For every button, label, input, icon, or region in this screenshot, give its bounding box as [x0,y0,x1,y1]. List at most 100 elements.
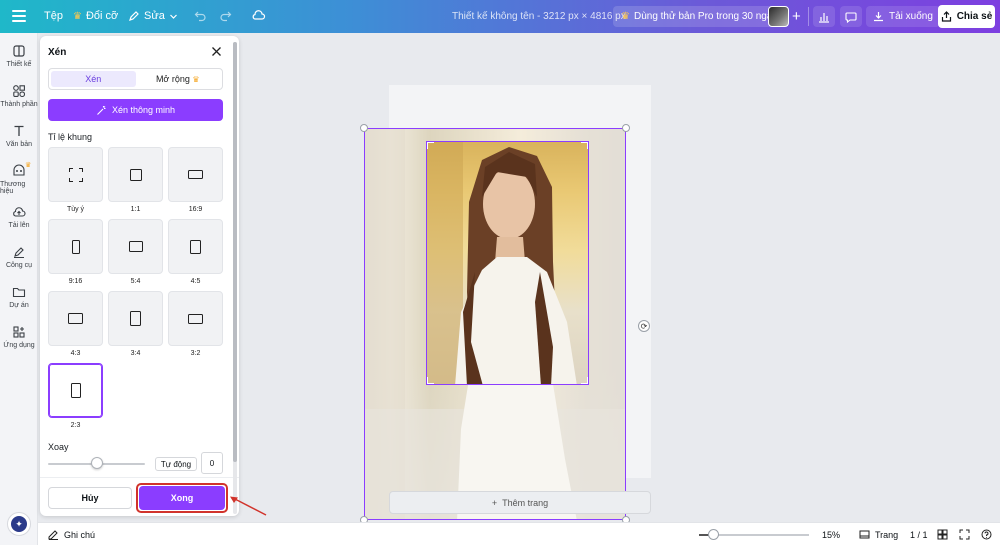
ratio-label: 1:1 [130,206,141,213]
crown-icon: ♛ [73,10,82,22]
cloud-save-icon[interactable] [251,9,266,25]
ratio-label: 9:16 [68,278,83,285]
close-icon[interactable] [210,45,223,58]
help-icon[interactable] [981,529,992,540]
pages-label: Trang [875,529,899,540]
edit-menu[interactable]: Sửa [128,10,178,22]
pages-button[interactable]: Trang [859,529,898,540]
file-menu[interactable]: Tệp [44,10,63,22]
notes-button[interactable]: Ghi chú [48,529,95,540]
tab-expand[interactable]: Mở rộng ♛ [136,71,221,87]
smart-crop-label: Xén thông minh [111,105,176,115]
resize-handle[interactable] [622,124,630,132]
rail-label: Thiết kế [6,61,32,68]
rail-item-projects[interactable]: Dự án [0,285,38,309]
zoom-slider-handle[interactable] [708,529,719,540]
free-crop-icon [68,167,83,182]
add-page-button[interactable]: + Thêm trang [389,491,651,514]
ratio-4-3[interactable] [48,291,103,346]
ratio-5-4[interactable] [108,219,163,274]
brand-icon [13,164,25,176]
bar-chart-icon [819,12,829,23]
landscape-icon [188,170,203,179]
resize-button[interactable]: ♛ Đổi cỡ [73,10,118,22]
square-icon [129,168,142,181]
insights-button[interactable] [813,6,835,27]
redo-icon[interactable] [219,9,232,25]
add-page-label: Thêm trang [502,497,549,508]
crop-frame[interactable] [426,141,589,385]
tab-expand-label: Mở rộng [155,74,190,84]
crop-corner-handle[interactable] [427,377,434,384]
pages-icon [859,530,870,539]
ratio-label: 2:3 [70,422,81,429]
magic-assistant-button[interactable]: ✦ [7,512,31,536]
portrait-icon [190,239,201,254]
crop-corner-handle[interactable] [581,142,588,149]
annotation-arrow-icon [230,496,267,516]
ratio-16-9[interactable] [168,147,223,202]
landscape-icon [68,313,83,324]
document-title[interactable]: Thiết kế không tên - 3212 px × 4816 px [452,11,626,22]
upload-icon [13,207,26,217]
notes-label: Ghi chú [64,529,96,540]
ratio-3-2[interactable] [168,291,223,346]
page-count: 1 / 1 [910,530,928,540]
zoom-level[interactable]: 15% [822,530,840,540]
tab-crop[interactable]: Xén [51,71,136,87]
rail-item-text[interactable]: Văn bản [0,124,38,148]
add-collaborator-icon[interactable]: + [792,8,801,25]
ratio-1-1[interactable] [108,147,163,202]
download-label: Tải xuống [889,11,933,22]
rail-item-uploads[interactable]: Tải lên [0,205,38,229]
pro-trial-label: Dùng thử bản Pro trong 30 ngày [633,11,778,22]
avatar[interactable] [768,6,789,27]
ratio-9-16[interactable] [48,219,103,274]
done-button[interactable]: Xong [139,486,225,510]
ratio-3-4[interactable] [108,291,163,346]
top-bar: Tệp ♛ Đổi cỡ Sửa Thiết kế không tên - 321… [0,0,1000,33]
fullscreen-icon[interactable] [959,529,970,540]
panel-title: Xén [48,47,67,58]
undo-icon[interactable] [194,9,207,25]
crop-panel: Xén Xén Mở rộng ♛ Xén thông minh Tỉ lệ k… [40,36,239,516]
auto-rotate-button[interactable]: Tự động [155,457,197,471]
rail-label: Thương hiệu [0,181,26,195]
rail-item-apps[interactable]: Ứng dụng [0,325,38,349]
apps-icon [13,326,25,338]
pro-trial-button[interactable]: ♛ Dùng thử bản Pro trong 30 ngày [613,6,786,27]
ratio-label: Tùy ý [66,206,85,213]
rotate-value-input[interactable]: 0 [201,452,223,474]
download-button[interactable]: Tải xuống [866,6,940,27]
comment-button[interactable] [840,6,862,27]
chevron-down-icon [169,14,177,19]
rotate-slider-handle[interactable] [91,457,103,469]
folder-icon [12,287,26,298]
smart-crop-button[interactable]: Xén thông minh [48,99,223,121]
rail-item-elements[interactable]: Thành phần [0,84,38,108]
panel-scrollbar[interactable] [233,42,237,514]
ratio-free[interactable] [48,147,103,202]
crop-corner-handle[interactable] [581,377,588,384]
rotate-handle-icon[interactable]: ⟳ [638,320,650,332]
rail-item-design[interactable]: Thiết kế [0,44,38,68]
rail-item-draw[interactable]: Công cụ [0,245,38,269]
portrait-illustration [427,142,577,384]
share-label: Chia sẻ [956,11,993,22]
portrait-icon [71,239,80,254]
crop-corner-handle[interactable] [427,142,434,149]
shapes-icon [13,85,26,98]
rail-item-brand[interactable]: ♛ Thương hiệu [0,162,38,195]
menu-icon[interactable] [10,8,28,24]
rotate-label: Xoay [48,442,69,452]
rail-label: Dự án [9,302,29,309]
ratio-4-5[interactable] [168,219,223,274]
grid-view-icon[interactable] [937,529,948,540]
ratio-2-3[interactable] [48,363,103,418]
plus-icon: + [491,497,498,508]
share-button[interactable]: Chia sẻ [938,5,995,28]
resize-handle[interactable] [360,124,368,132]
cancel-button[interactable]: Hủy [48,487,132,509]
magic-wand-icon [97,105,106,115]
divider [40,477,239,478]
